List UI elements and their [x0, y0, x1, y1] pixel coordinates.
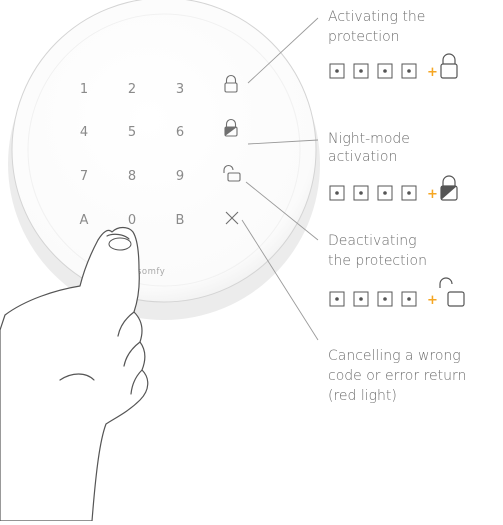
- callout-cancel-line-1: Cancelling a wrong: [328, 348, 461, 364]
- code-keys: [329, 63, 417, 79]
- callout-night-line-1: Night-mode: [328, 131, 410, 147]
- code-key-dots: [335, 297, 411, 301]
- sequence-deactivate: +: [329, 277, 465, 308]
- key-6[interactable]: 6: [176, 125, 184, 140]
- finger-nail: [108, 237, 132, 251]
- lock-half-filled-icon: [440, 175, 458, 201]
- key-0[interactable]: 0: [128, 213, 136, 228]
- plus-sign: +: [427, 65, 438, 80]
- device-face: [11, 0, 317, 303]
- lock-open-icon: [439, 277, 465, 307]
- key-9[interactable]: 9: [176, 169, 184, 184]
- keypad-instruction-diagram: 1 2 3 4 5 6 7 8 9 A 0 B somfy Activating…: [0, 0, 503, 522]
- callout-activate-line-1: Activating the: [328, 9, 425, 25]
- callout-deactivate-line-2: the protection: [328, 253, 427, 269]
- callout-deactivate: Deactivating the protection: [328, 233, 427, 269]
- key-1[interactable]: 1: [80, 82, 88, 97]
- key-3[interactable]: 3: [176, 82, 184, 97]
- code-key-dots: [335, 191, 411, 195]
- callout-activate-line-2: protection: [328, 29, 400, 45]
- code-keys: [329, 291, 417, 307]
- callout-deactivate-line-1: Deactivating: [328, 233, 417, 249]
- sequence-activate: +: [329, 53, 458, 80]
- key-7[interactable]: 7: [80, 169, 88, 184]
- key-4[interactable]: 4: [80, 125, 88, 140]
- key-8[interactable]: 8: [128, 169, 136, 184]
- callout-cancel-line-2: code or error return: [328, 368, 466, 384]
- callout-night: Night-mode activation: [328, 131, 410, 165]
- code-keys: [329, 185, 417, 201]
- brand-logo: somfy: [137, 267, 165, 277]
- key-a[interactable]: A: [80, 213, 89, 228]
- key-5[interactable]: 5: [128, 125, 136, 140]
- lock-closed-icon: [440, 53, 458, 79]
- callout-night-line-2: activation: [328, 149, 397, 165]
- diagram-canvas: 1 2 3 4 5 6 7 8 9 A 0 B somfy Activating…: [0, 0, 466, 522]
- sequence-night: +: [329, 175, 458, 202]
- callout-activate: Activating the protection: [328, 9, 425, 45]
- plus-sign: +: [427, 187, 438, 202]
- callout-cancel: Cancelling a wrong code or error return …: [328, 348, 466, 404]
- callout-cancel-line-3: (red light): [328, 388, 397, 404]
- key-2[interactable]: 2: [128, 82, 136, 97]
- code-key-dots: [335, 69, 411, 73]
- plus-sign: +: [427, 293, 438, 308]
- key-b[interactable]: B: [176, 213, 185, 228]
